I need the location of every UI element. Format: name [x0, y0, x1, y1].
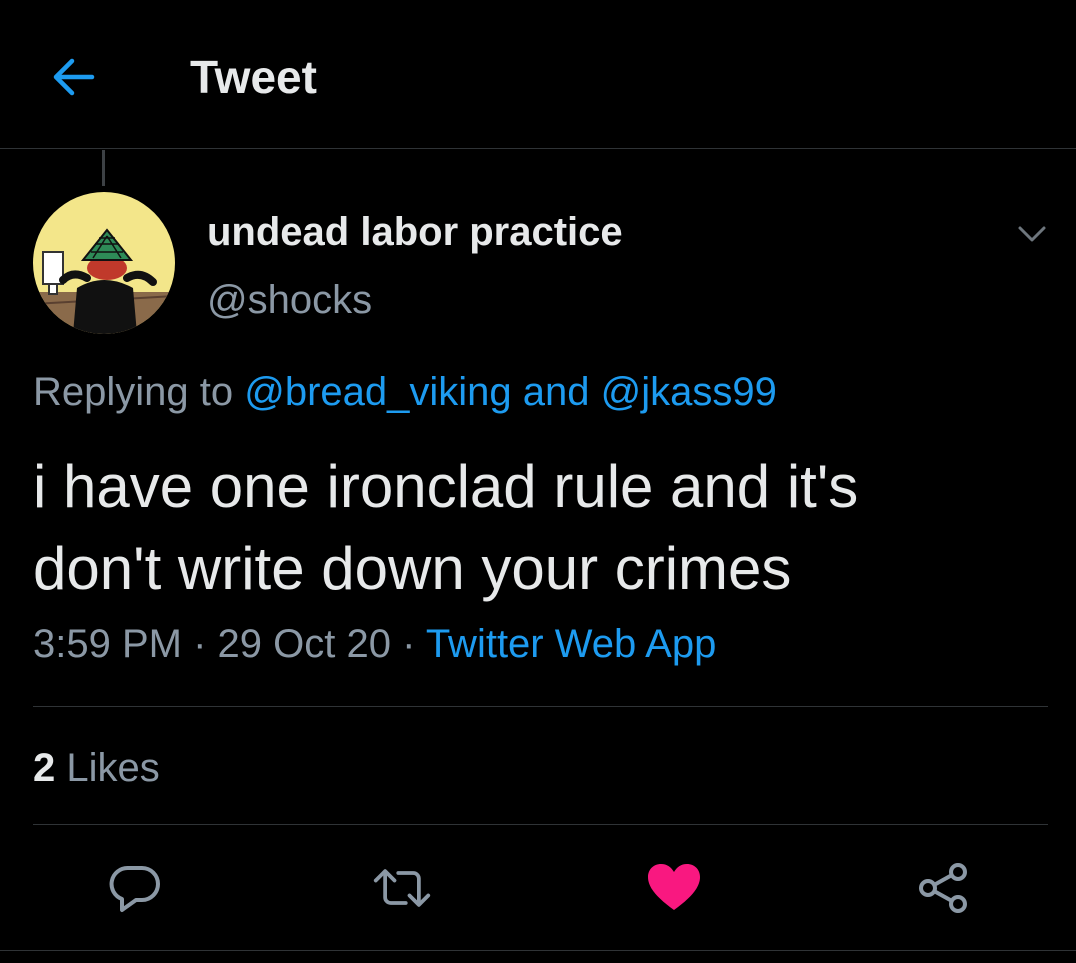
- top-bar: Tweet: [0, 0, 1076, 149]
- retweet-icon: [373, 869, 431, 907]
- reply-and-text: and: [522, 370, 590, 414]
- replying-prefix: Replying to: [33, 370, 234, 414]
- likes-label: Likes: [66, 746, 160, 790]
- avatar-image: [33, 192, 175, 334]
- divider: [0, 950, 1076, 951]
- tweet-source-link[interactable]: Twitter Web App: [426, 622, 717, 666]
- retweet-button[interactable]: [372, 858, 432, 918]
- likes-number: 2: [33, 746, 56, 790]
- likes-count[interactable]: 2 Likes: [33, 742, 160, 794]
- reply-button[interactable]: [106, 858, 166, 918]
- back-button[interactable]: [46, 50, 100, 104]
- display-name[interactable]: undead labor practice: [207, 206, 623, 258]
- divider: [33, 824, 1048, 825]
- like-button[interactable]: [644, 858, 704, 918]
- more-options-button[interactable]: [1012, 214, 1052, 254]
- meta-separator: ·: [193, 622, 207, 666]
- page-title: Tweet: [190, 51, 317, 103]
- reply-mention-2[interactable]: @jkass99: [601, 370, 777, 414]
- meta-separator: ·: [402, 622, 416, 666]
- replying-to-line: Replying to @bread_viking and @jkass99: [33, 366, 777, 418]
- heart-icon: [648, 864, 700, 910]
- tweet-time: 3:59 PM: [33, 622, 182, 666]
- share-button[interactable]: [914, 858, 974, 918]
- share-icon: [919, 863, 967, 913]
- thread-connector-line: [102, 150, 105, 186]
- reply-mention-1[interactable]: @bread_viking: [244, 370, 511, 414]
- chevron-down-icon: [1018, 226, 1046, 242]
- tweet-date: 29 Oct 20: [217, 622, 391, 666]
- tweet-text: i have one ironclad rule and it's don't …: [33, 453, 859, 602]
- reply-icon: [109, 865, 160, 912]
- avatar[interactable]: [33, 192, 175, 334]
- divider: [33, 706, 1048, 707]
- tweet-metadata: 3:59 PM · 29 Oct 20 · Twitter Web App: [33, 618, 716, 670]
- user-handle[interactable]: @shocks: [207, 274, 372, 326]
- arrow-left-icon: [53, 58, 95, 96]
